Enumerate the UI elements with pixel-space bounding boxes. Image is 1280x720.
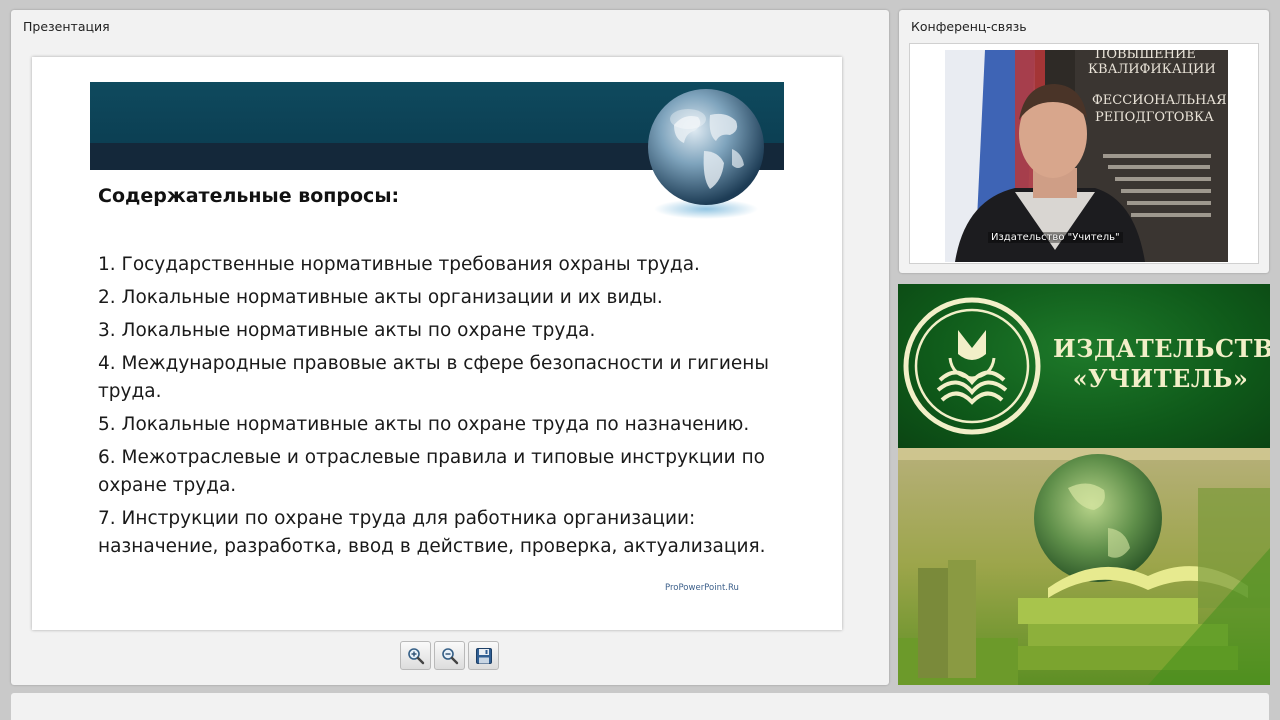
backdrop-text: ПОВЫШЕНИЕ: [1095, 50, 1196, 62]
publisher-name-line1: ИЗДАТЕЛЬСТВО: [1053, 334, 1270, 363]
conference-panel: Конференц-связь ПОВЫШЕНИЕ КВАЛИФИКАЦИИ Ф…: [899, 10, 1269, 273]
zoom-in-button[interactable]: [400, 641, 431, 670]
slide-list-item: 1. Государственные нормативные требовани…: [98, 254, 700, 275]
video-frame: ПОВЫШЕНИЕ КВАЛИФИКАЦИИ ФЕССИОНАЛЬНАЯ РЕП…: [945, 50, 1228, 262]
slide-list-item: 7. Инструкции по охране труда для работн…: [98, 508, 766, 557]
save-icon: [475, 647, 492, 664]
conference-panel-title: Конференц-связь: [911, 19, 1027, 34]
slide-list-item: 4. Международные правовые акты в сфере б…: [98, 353, 769, 402]
backdrop-text: КВАЛИФИКАЦИИ: [1088, 62, 1216, 77]
video-caption: Издательство "Учитель": [988, 232, 1123, 243]
backdrop-text: РЕПОДГОТОВКА: [1095, 110, 1214, 125]
slide-list-item: 5. Локальные нормативные акты по охране …: [98, 414, 750, 435]
globe-image: [644, 85, 768, 221]
save-button[interactable]: [468, 641, 499, 670]
presentation-panel: Презентация Содержательные вопросы: 1. Г…: [11, 10, 889, 685]
slide-list-item: 2. Локальные нормативные акты организаци…: [98, 287, 663, 308]
slide-item-list: 1. Государственные нормативные требовани…: [98, 251, 788, 566]
slide: Содержательные вопросы: 1. Государственн…: [32, 57, 842, 630]
zoom-in-icon: [407, 647, 424, 664]
presentation-panel-title: Презентация: [23, 19, 110, 34]
publisher-name-line2: «УЧИТЕЛЬ»: [1072, 364, 1249, 393]
publisher-logo: [903, 297, 1041, 435]
bottom-panel: [11, 693, 1269, 720]
video-feed[interactable]: ПОВЫШЕНИЕ КВАЛИФИКАЦИИ ФЕССИОНАЛЬНАЯ РЕП…: [909, 43, 1259, 264]
slide-heading: Содержательные вопросы:: [98, 185, 400, 207]
books-globe-image: [898, 448, 1270, 685]
publisher-name: ИЗДАТЕЛЬСТВО «УЧИТЕЛЬ»: [1053, 334, 1270, 394]
backdrop-text: ФЕССИОНАЛЬНАЯ: [1092, 93, 1227, 108]
zoom-out-icon: [441, 647, 458, 664]
presentation-toolbar: [400, 641, 499, 671]
publisher-banner: ИЗДАТЕЛЬСТВО «УЧИТЕЛЬ»: [898, 284, 1270, 685]
banner-header: ИЗДАТЕЛЬСТВО «УЧИТЕЛЬ»: [898, 284, 1270, 448]
slide-list-item: 3. Локальные нормативные акты по охране …: [98, 320, 596, 341]
slide-list-item: 6. Межотраслевые и отраслевые правила и …: [98, 447, 765, 496]
slide-credit: ProPowerPoint.Ru: [665, 583, 739, 593]
zoom-out-button[interactable]: [434, 641, 465, 670]
